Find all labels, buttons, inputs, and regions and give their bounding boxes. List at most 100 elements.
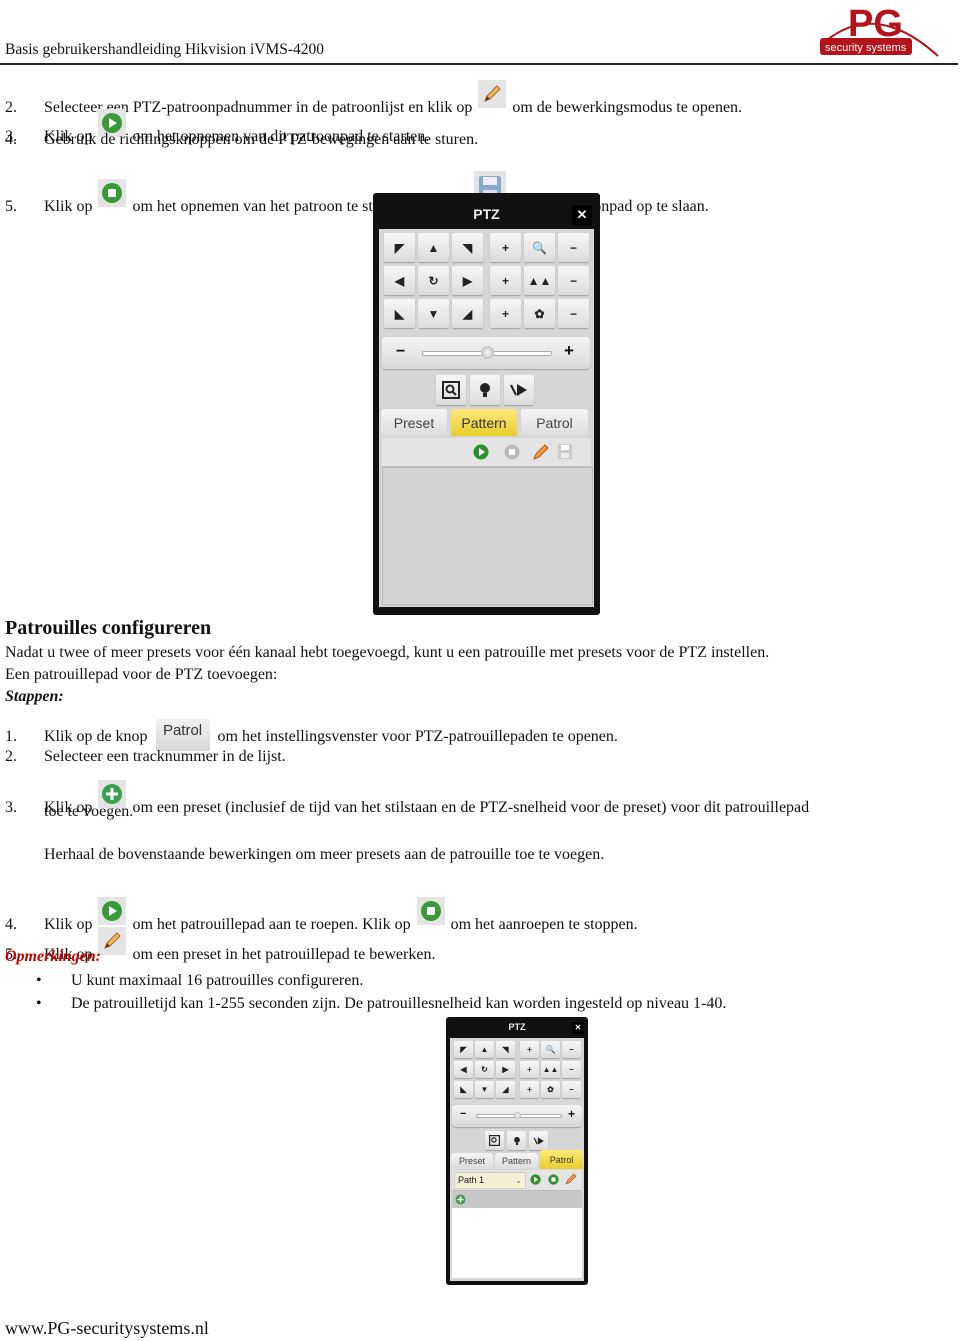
pan-right-button[interactable]: ▶ bbox=[452, 266, 483, 295]
section-intro: Nadat u twee of meer presets voor één ka… bbox=[5, 644, 770, 661]
zoom-in-button[interactable]: + bbox=[520, 1041, 539, 1058]
focus-button[interactable]: ▲▲ bbox=[541, 1061, 560, 1078]
tab-patrol[interactable]: Patrol bbox=[521, 409, 588, 436]
light-button[interactable] bbox=[507, 1131, 526, 1150]
focus-button[interactable]: ▲▲ bbox=[524, 266, 555, 295]
pan-down-right-icon: ◢ bbox=[462, 306, 473, 321]
pan-up-button[interactable]: ▲ bbox=[475, 1041, 494, 1058]
iris-button[interactable]: ✿ bbox=[524, 299, 555, 328]
tab-pattern[interactable]: Pattern bbox=[451, 409, 517, 436]
zoom-in-icon: + bbox=[527, 1045, 532, 1054]
tab-patrol[interactable]: Patrol bbox=[540, 1150, 583, 1169]
play-icon bbox=[98, 897, 127, 925]
iris-open-icon: + bbox=[501, 306, 509, 321]
ptz-panel-title: PTZ bbox=[508, 1022, 526, 1032]
zoom-out-button[interactable]: − bbox=[562, 1041, 581, 1058]
preset-list[interactable] bbox=[452, 1208, 582, 1278]
play-icon[interactable] bbox=[473, 444, 489, 460]
play-icon[interactable] bbox=[530, 1174, 541, 1185]
focus-far-button[interactable]: − bbox=[558, 266, 589, 295]
auto-scan-button[interactable]: ↻ bbox=[475, 1061, 494, 1078]
pencil-icon[interactable] bbox=[531, 442, 551, 462]
pan-down-right-button[interactable]: ◢ bbox=[452, 299, 483, 328]
pan-up-icon: ▲ bbox=[480, 1045, 489, 1054]
iris-icon: ✿ bbox=[534, 306, 545, 321]
speed-decrease-icon[interactable]: − bbox=[396, 343, 405, 361]
pencil-icon[interactable] bbox=[564, 1172, 578, 1186]
pan-down-button[interactable]: ▼ bbox=[418, 299, 449, 328]
save-icon[interactable] bbox=[557, 443, 573, 460]
focus-far-icon: − bbox=[569, 273, 577, 288]
preset-list-header bbox=[452, 1191, 582, 1208]
pan-right-icon: ▶ bbox=[462, 273, 473, 288]
pan-up-right-button[interactable]: ◥ bbox=[496, 1041, 515, 1058]
document-header-title: Basis gebruikershandleiding Hikvision iV… bbox=[5, 41, 325, 58]
pan-up-right-button[interactable]: ◥ bbox=[452, 233, 483, 262]
speed-slider-thumb[interactable] bbox=[514, 1112, 521, 1119]
tab-preset[interactable]: Preset bbox=[381, 409, 447, 436]
zoom-area-icon bbox=[442, 381, 460, 399]
patrol-step-2: 2. Selecteer een tracknummer in de lijst. bbox=[5, 748, 286, 765]
pan-down-left-button[interactable]: ◣ bbox=[454, 1081, 473, 1098]
speed-increase-icon[interactable]: + bbox=[568, 1107, 575, 1121]
pattern-list[interactable] bbox=[382, 467, 593, 605]
pan-down-right-button[interactable]: ◢ bbox=[496, 1081, 515, 1098]
iris-button[interactable]: ✿ bbox=[541, 1081, 560, 1098]
light-bulb-icon bbox=[513, 1136, 520, 1145]
zoom-area-button[interactable] bbox=[436, 375, 466, 405]
section-subheading: Een patrouillepad voor de PTZ toevoegen: bbox=[5, 666, 278, 683]
focus-far-button[interactable]: − bbox=[562, 1061, 581, 1078]
speed-slider-thumb[interactable] bbox=[481, 346, 494, 359]
focus-icon: ▲▲ bbox=[527, 273, 552, 288]
wiper-button[interactable] bbox=[504, 375, 534, 405]
close-button[interactable]: ✕ bbox=[572, 205, 592, 225]
focus-near-button[interactable]: + bbox=[520, 1061, 539, 1078]
pattern-step-5: 5. Klik op om het opnemen van het patroon… bbox=[5, 171, 709, 216]
pan-up-left-button[interactable]: ◤ bbox=[384, 233, 415, 262]
pan-up-left-icon: ◤ bbox=[394, 240, 405, 255]
steps-label: Stappen: bbox=[5, 688, 64, 705]
auto-scan-icon: ↻ bbox=[481, 1065, 488, 1074]
pan-left-button[interactable]: ◀ bbox=[454, 1061, 473, 1078]
iris-open-button[interactable]: + bbox=[490, 299, 521, 328]
wiper-button[interactable] bbox=[529, 1131, 548, 1150]
zoom-out-button[interactable]: − bbox=[558, 233, 589, 262]
add-icon[interactable] bbox=[455, 1194, 466, 1205]
speed-increase-icon[interactable]: + bbox=[564, 341, 574, 361]
iris-close-button[interactable]: − bbox=[562, 1081, 581, 1098]
stop-icon[interactable] bbox=[548, 1174, 559, 1185]
auto-scan-button[interactable]: ↻ bbox=[418, 266, 449, 295]
tab-pattern[interactable]: Pattern bbox=[495, 1153, 538, 1169]
speed-decrease-icon[interactable]: − bbox=[460, 1108, 466, 1120]
close-button[interactable]: ✕ bbox=[572, 1022, 584, 1034]
pan-right-button[interactable]: ▶ bbox=[496, 1061, 515, 1078]
section-heading: Patrouilles configureren bbox=[5, 617, 212, 639]
focus-near-button[interactable]: + bbox=[490, 266, 521, 295]
pan-up-left-button[interactable]: ◤ bbox=[454, 1041, 473, 1058]
iris-open-button[interactable]: + bbox=[520, 1081, 539, 1098]
iris-close-icon: − bbox=[569, 1085, 574, 1094]
iris-close-button[interactable]: − bbox=[558, 299, 589, 328]
pan-left-button[interactable]: ◀ bbox=[384, 266, 415, 295]
zoom-button[interactable]: 🔍 bbox=[541, 1041, 560, 1058]
pencil-icon bbox=[478, 80, 507, 108]
zoom-button[interactable]: 🔍 bbox=[524, 233, 555, 262]
pattern-toolbar bbox=[382, 438, 591, 467]
patrol-step-3-continued: toe te voegen. bbox=[44, 803, 134, 820]
pan-down-left-button[interactable]: ◣ bbox=[384, 299, 415, 328]
ptz-panel-title: PTZ bbox=[473, 206, 500, 222]
header-divider bbox=[0, 63, 958, 65]
pan-down-button[interactable]: ▼ bbox=[475, 1081, 494, 1098]
pan-down-icon: ▼ bbox=[480, 1085, 489, 1094]
stop-icon[interactable] bbox=[504, 444, 520, 460]
light-button[interactable] bbox=[470, 375, 500, 405]
zoom-area-button[interactable] bbox=[485, 1131, 504, 1150]
zoom-area-icon bbox=[489, 1135, 500, 1146]
path-select[interactable]: Path 1 ⌄ bbox=[454, 1172, 526, 1189]
focus-icon: ▲▲ bbox=[542, 1065, 559, 1074]
zoom-in-button[interactable]: + bbox=[490, 233, 521, 262]
tab-preset[interactable]: Preset bbox=[451, 1153, 493, 1169]
ptz-panel-pattern: PTZ ✕ ◤ ▲ ◥ + 🔍 − ◀ ↻ ▶ + ▲▲ − ◣ ▼ ◢ + ✿ − − + Preset Pat… bbox=[373, 193, 600, 615]
patrol-button-image: Patrol bbox=[155, 719, 210, 751]
pan-up-button[interactable]: ▲ bbox=[418, 233, 449, 262]
